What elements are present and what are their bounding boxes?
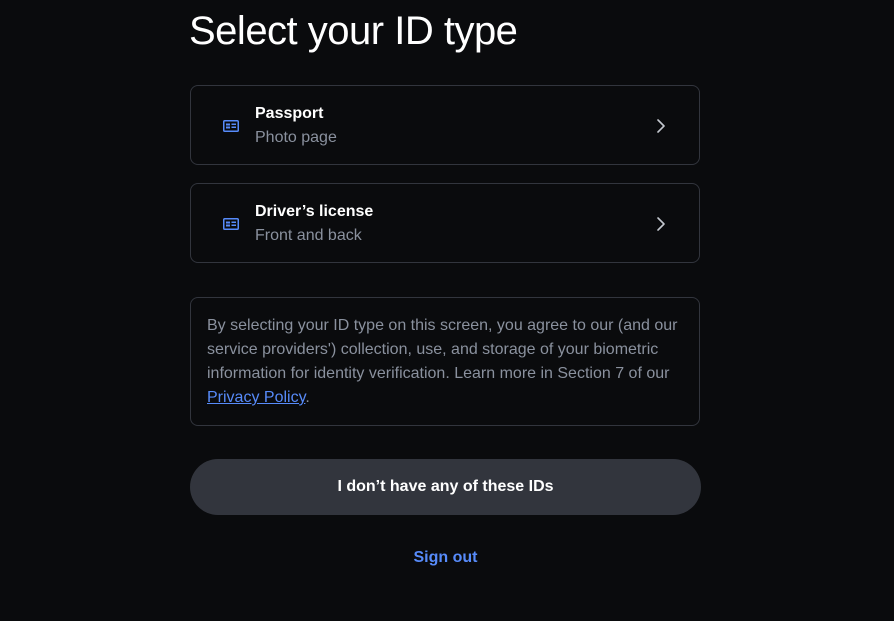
drivers-license-sublabel: Front and back (255, 227, 362, 244)
consent-notice: By selecting your ID type on this screen… (190, 297, 700, 426)
page-title: Select your ID type (189, 9, 518, 53)
chevron-right-icon (657, 119, 665, 133)
id-card-icon (223, 120, 239, 132)
passport-label: Passport (255, 105, 324, 122)
id-card-icon (223, 218, 239, 230)
drivers-license-option[interactable]: Driver’s license Front and back (190, 183, 700, 263)
no-id-button[interactable]: I don’t have any of these IDs (190, 459, 701, 515)
sign-out-link[interactable]: Sign out (190, 549, 701, 567)
privacy-policy-link[interactable]: Privacy Policy (207, 389, 305, 406)
drivers-license-label: Driver’s license (255, 203, 374, 220)
consent-text: By selecting your ID type on this screen… (207, 317, 678, 382)
passport-option[interactable]: Passport Photo page (190, 85, 700, 165)
consent-text-end: . (305, 389, 310, 406)
passport-sublabel: Photo page (255, 129, 337, 146)
chevron-right-icon (657, 217, 665, 231)
